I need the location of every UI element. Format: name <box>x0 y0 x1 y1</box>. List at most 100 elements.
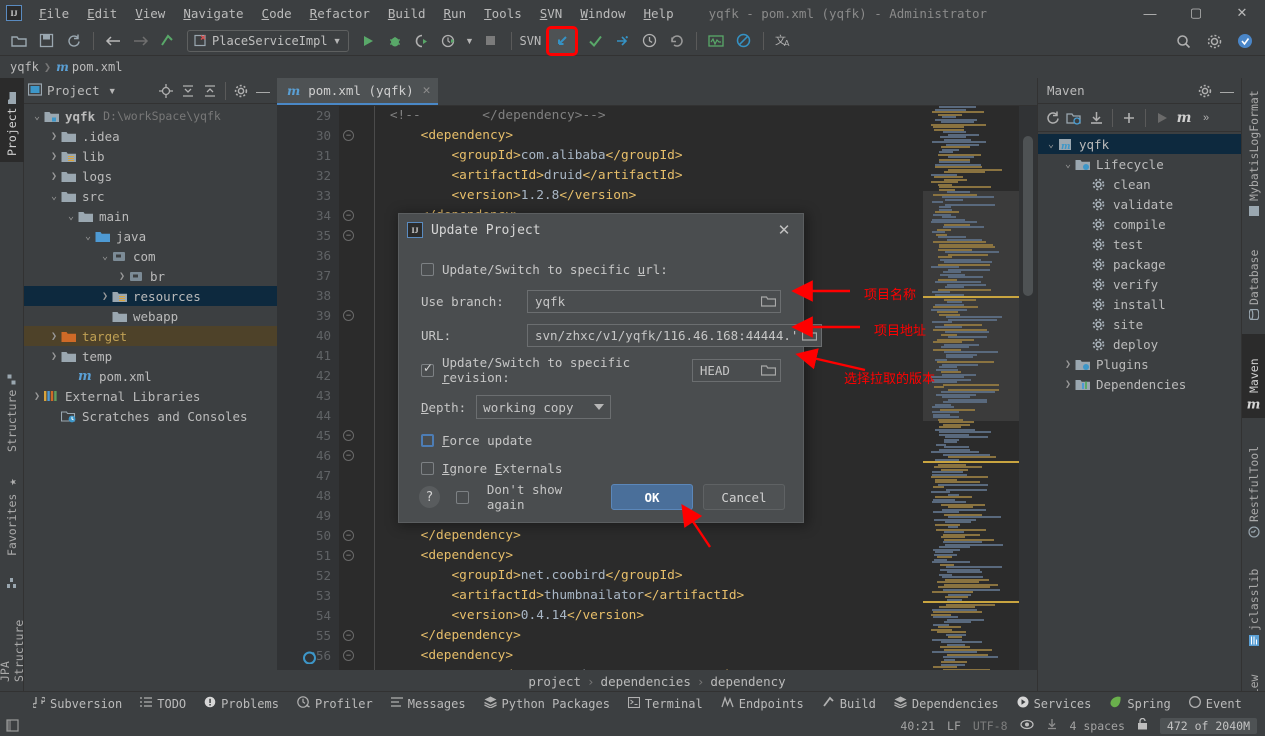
gear-icon[interactable] <box>1195 81 1215 101</box>
chevron-down-icon[interactable]: ⌄ <box>1061 159 1075 170</box>
menu-item-window[interactable]: Window <box>571 3 634 24</box>
open-folder-icon[interactable] <box>6 29 32 53</box>
search-icon[interactable] <box>1170 29 1196 53</box>
main-menu[interactable]: File Edit View Navigate Code Refactor Build Run… <box>30 3 683 24</box>
fold-toggle[interactable]: − <box>343 550 354 561</box>
tree-node-lib[interactable]: ❯ lib <box>24 146 277 166</box>
bottom-tab-terminal[interactable]: Terminal <box>619 692 712 716</box>
svn-revert-icon[interactable] <box>663 29 689 53</box>
file-encoding[interactable]: UTF-8 <box>973 719 1008 733</box>
project-tree[interactable]: ⌄ yqfk D:\workSpace\yqfk ❯ .idea ❯ lib ❯ logs ⌄ sr… <box>24 104 277 692</box>
vertical-scroll-thumb[interactable] <box>1023 136 1033 296</box>
force-update-checkbox[interactable] <box>421 433 434 447</box>
maven-node-yqfk[interactable]: ⌄ m yqfk <box>1038 134 1241 154</box>
bottom-tab-event[interactable]: Event <box>1180 692 1251 716</box>
maven-node-test[interactable]: test <box>1038 234 1241 254</box>
maven-node-site[interactable]: site <box>1038 314 1241 334</box>
svn-integrate-icon[interactable] <box>609 29 635 53</box>
minimize-button[interactable]: — <box>1127 0 1173 26</box>
update-switch-url-checkbox[interactable] <box>421 262 434 276</box>
maven-node-plugins[interactable]: ❯ Plugins <box>1038 354 1241 374</box>
update-switch-revision-checkbox[interactable] <box>421 362 434 377</box>
fold-toggle[interactable]: − <box>343 230 354 241</box>
maximize-button[interactable]: ▢ <box>1173 0 1219 26</box>
sidebar-item-structure[interactable]: Structure <box>0 366 24 458</box>
close-icon[interactable]: ✕ <box>773 219 795 241</box>
save-icon[interactable] <box>33 29 59 53</box>
chevron-down-icon[interactable]: ⌄ <box>47 191 61 202</box>
chevron-right-icon[interactable]: ❯ <box>1061 379 1075 390</box>
dont-show-again-checkbox[interactable] <box>455 490 469 504</box>
editor-breadcrumb-project[interactable]: project <box>528 674 581 689</box>
chevron-right-icon[interactable]: ❯ <box>47 331 61 342</box>
maven-node-verify[interactable]: verify <box>1038 274 1241 294</box>
chevron-right-icon[interactable]: ❯ <box>47 151 61 162</box>
menu-item-edit[interactable]: Edit <box>78 3 126 24</box>
maven-node-clean[interactable]: clean <box>1038 174 1241 194</box>
run-configuration-selector[interactable]: PlaceServiceImpl ▼ <box>187 29 349 52</box>
browse-folder-icon[interactable] <box>802 329 818 341</box>
breadcrumb-file[interactable]: pom.xml <box>72 60 123 74</box>
force-update-row[interactable]: Force update <box>421 426 781 454</box>
editor-breadcrumb-dependencies[interactable]: dependencies <box>601 674 691 689</box>
maven-node-compile[interactable]: compile <box>1038 214 1241 234</box>
tree-node--idea[interactable]: ❯ .idea <box>24 126 277 146</box>
sync-icon[interactable] <box>60 29 86 53</box>
maven-node-install[interactable]: install <box>1038 294 1241 314</box>
menu-item-run[interactable]: Run <box>435 3 476 24</box>
tree-node-webapp[interactable]: webapp <box>24 306 277 326</box>
maven-node-validate[interactable]: validate <box>1038 194 1241 214</box>
settings-gear-icon[interactable] <box>1201 29 1227 53</box>
menu-item-refactor[interactable]: Refactor <box>301 3 379 24</box>
run-icon[interactable] <box>1152 108 1172 128</box>
fold-toggle[interactable]: − <box>343 210 354 221</box>
debug-icon[interactable] <box>382 29 408 53</box>
menu-item-svn[interactable]: SVN <box>531 3 572 24</box>
menu-item-code[interactable]: Code <box>253 3 301 24</box>
bottom-tab-problems[interactable]: Problems <box>195 692 288 716</box>
close-icon[interactable]: ✕ <box>423 83 431 98</box>
revision-input[interactable]: HEAD <box>691 358 781 382</box>
hide-panel-icon[interactable]: — <box>1217 81 1237 101</box>
ignore-externals-checkbox[interactable] <box>421 461 434 475</box>
sidebar-item-maven[interactable]: m Maven <box>1242 334 1265 418</box>
tree-node-temp[interactable]: ❯ temp <box>24 346 277 366</box>
eye-icon[interactable] <box>1019 719 1034 733</box>
chevron-down-icon[interactable]: ▼ <box>108 86 117 96</box>
locate-icon[interactable] <box>156 81 176 101</box>
tree-node-src[interactable]: ⌄ src <box>24 186 277 206</box>
tree-node-br[interactable]: ❯ br <box>24 266 277 286</box>
chevron-down-icon[interactable]: ⌄ <box>30 111 44 122</box>
sidebar-item-favorites[interactable]: Favorites ★ <box>0 470 24 562</box>
chevron-right-icon[interactable]: ❯ <box>98 291 112 302</box>
bottom-tab-spring[interactable]: Spring <box>1100 692 1179 716</box>
caret-position[interactable]: 40:21 <box>900 719 935 733</box>
depth-select[interactable]: working copy <box>476 395 612 419</box>
ok-button[interactable]: OK <box>611 484 693 510</box>
cancel-button[interactable]: Cancel <box>703 484 785 510</box>
menu-item-help[interactable]: Help <box>635 3 683 24</box>
ide-help-icon[interactable] <box>1232 29 1258 53</box>
more-icon[interactable]: » <box>1196 108 1216 128</box>
chevron-right-icon[interactable]: ❯ <box>47 171 61 182</box>
profile-dropdown-icon[interactable]: ▼ <box>463 29 477 53</box>
no-entry-icon[interactable] <box>730 29 756 53</box>
menu-item-tools[interactable]: Tools <box>475 3 531 24</box>
fold-toggle[interactable]: − <box>343 650 354 661</box>
chevron-down-icon[interactable]: ⌄ <box>81 231 95 242</box>
browse-folder-icon[interactable] <box>760 364 777 376</box>
generate-sources-icon[interactable] <box>1064 108 1084 128</box>
maven-node-lifecycle[interactable]: ⌄ Lifecycle <box>1038 154 1241 174</box>
bottom-tab-todo[interactable]: TODO <box>131 692 195 716</box>
chevron-right-icon[interactable]: ❯ <box>47 131 61 142</box>
chevron-down-icon[interactable] <box>594 404 605 410</box>
build-arrow-icon[interactable] <box>154 29 180 53</box>
sidebar-item-project[interactable]: Project <box>0 78 24 162</box>
collapse-all-icon[interactable] <box>200 81 220 101</box>
hide-panel-icon[interactable]: — <box>253 81 273 101</box>
editor-breadcrumb-dependency[interactable]: dependency <box>710 674 785 689</box>
chevron-down-icon[interactable]: ▼ <box>333 36 342 46</box>
tree-node-scratches-and-consoles[interactable]: Scratches and Consoles <box>24 406 277 426</box>
maven-m-icon[interactable]: m <box>1174 108 1194 128</box>
bottom-tab-profiler[interactable]: Profiler <box>288 692 382 716</box>
